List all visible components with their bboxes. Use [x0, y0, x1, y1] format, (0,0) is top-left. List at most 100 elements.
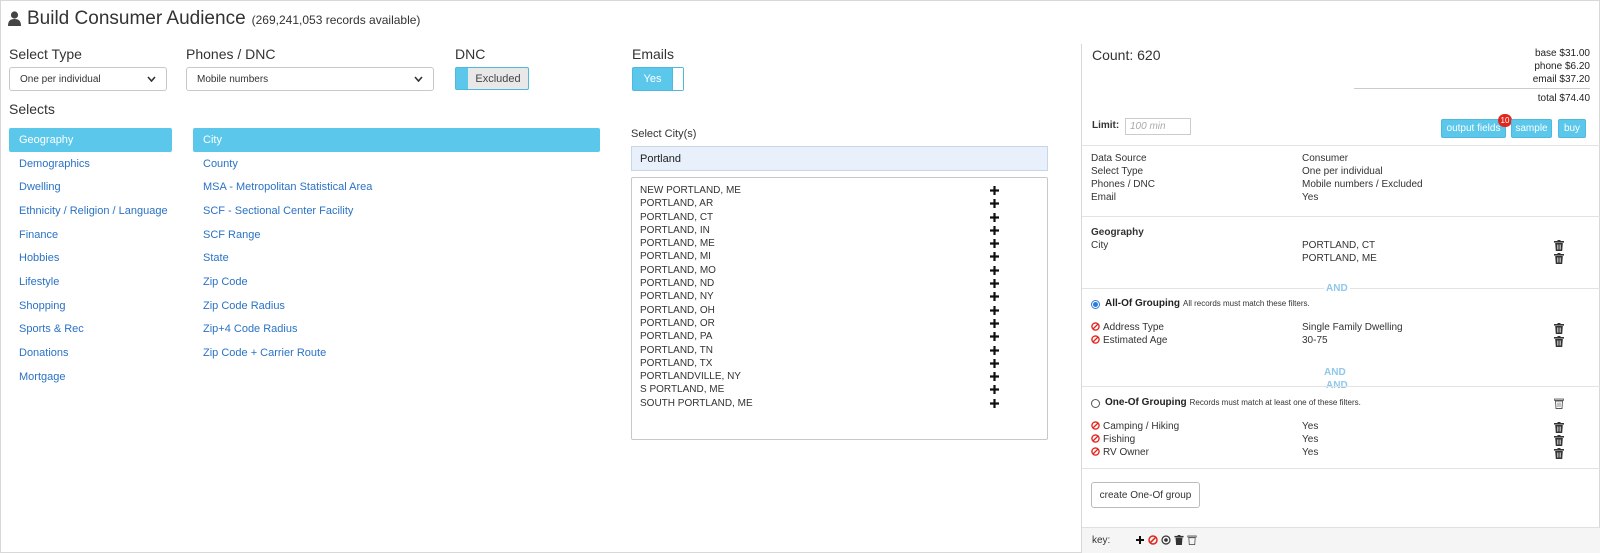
- category-item-dwelling[interactable]: Dwelling: [9, 175, 172, 199]
- trash-icon[interactable]: [1554, 336, 1564, 347]
- plus-icon[interactable]: [988, 383, 1001, 396]
- emails-toggle[interactable]: Yes: [632, 67, 684, 91]
- plus-icon[interactable]: [988, 330, 1001, 343]
- plus-icon[interactable]: [988, 211, 1001, 224]
- city-result-item[interactable]: PORTLAND, AR: [632, 197, 1047, 210]
- plus-icon[interactable]: [988, 264, 1001, 277]
- trash-icon[interactable]: [1554, 422, 1564, 433]
- plus-icon[interactable]: [988, 277, 1001, 290]
- plus-icon[interactable]: [988, 184, 1001, 197]
- price-total: total $74.40: [1537, 93, 1590, 104]
- select-cities-label: Select City(s): [631, 128, 697, 140]
- dnc-toggle-knob: [456, 68, 468, 89]
- ban-icon[interactable]: [1091, 434, 1100, 443]
- dnc-toggle[interactable]: Excluded: [455, 67, 529, 90]
- city-result-item[interactable]: PORTLAND, OH: [632, 304, 1047, 317]
- city-result-item[interactable]: PORTLAND, TX: [632, 357, 1047, 370]
- select-type-value: One per individual: [20, 73, 101, 85]
- plus-icon[interactable]: [988, 304, 1001, 317]
- plus-icon[interactable]: [988, 317, 1001, 330]
- ban-icon[interactable]: [1091, 447, 1100, 456]
- all-of-radio[interactable]: [1091, 300, 1100, 309]
- geo-option-scf-range[interactable]: SCF Range: [193, 223, 600, 247]
- plus-icon[interactable]: [988, 197, 1001, 210]
- trash-outline-icon: [1187, 535, 1197, 545]
- geo-option-state[interactable]: State: [193, 246, 600, 270]
- city-result-item[interactable]: PORTLAND, IN: [632, 224, 1047, 237]
- city-result-item[interactable]: PORTLAND, OR: [632, 317, 1047, 330]
- chevron-down-icon: [414, 76, 423, 82]
- city-result-item[interactable]: S PORTLAND, ME: [632, 383, 1047, 396]
- city-results-list[interactable]: NEW PORTLAND, ME PORTLAND, AR PORTLAND, …: [631, 177, 1048, 440]
- geo-option-zip4-radius[interactable]: Zip+4 Code Radius: [193, 318, 600, 342]
- plus-icon[interactable]: [988, 344, 1001, 357]
- plus-icon[interactable]: [988, 250, 1001, 263]
- sample-button[interactable]: sample: [1511, 119, 1552, 138]
- city-result-item[interactable]: PORTLAND, TN: [632, 344, 1047, 357]
- limit-input[interactable]: 100 min: [1125, 118, 1191, 135]
- geo-option-city[interactable]: City: [193, 128, 600, 152]
- category-item-finance[interactable]: Finance: [9, 223, 172, 247]
- trash-outline-icon[interactable]: [1554, 398, 1564, 409]
- category-item-geography[interactable]: Geography: [9, 128, 172, 152]
- category-item-lifestyle[interactable]: Lifestyle: [9, 270, 172, 294]
- trash-icon[interactable]: [1554, 240, 1564, 251]
- buy-button[interactable]: buy: [1558, 119, 1586, 138]
- city-name: PORTLAND, NY: [640, 291, 714, 303]
- record-count: Count: 620: [1092, 47, 1161, 63]
- phones-dnc-label: Phones / DNC: [186, 46, 276, 62]
- city-result-item[interactable]: PORTLAND, PA: [632, 330, 1047, 343]
- city-name: PORTLAND, PA: [640, 331, 713, 343]
- output-fields-button[interactable]: output fields: [1441, 119, 1506, 138]
- category-item-sports-rec[interactable]: Sports & Rec: [9, 318, 172, 342]
- city-search-input[interactable]: Portland: [631, 146, 1048, 171]
- one-of-title: One-Of Grouping: [1105, 397, 1187, 408]
- select-type-dropdown[interactable]: One per individual: [9, 67, 167, 91]
- category-item-ethnicity[interactable]: Ethnicity / Religion / Language: [9, 199, 172, 223]
- plus-icon[interactable]: [988, 224, 1001, 237]
- city-result-item[interactable]: SOUTH PORTLAND, ME: [632, 397, 1047, 410]
- create-one-of-group-button[interactable]: create One-Of group: [1091, 482, 1200, 508]
- city-result-item[interactable]: PORTLAND, NY: [632, 290, 1047, 303]
- ban-icon[interactable]: [1091, 421, 1100, 430]
- city-result-item[interactable]: PORTLAND, MI: [632, 250, 1047, 263]
- category-item-hobbies[interactable]: Hobbies: [9, 246, 172, 270]
- plus-icon[interactable]: [988, 290, 1001, 303]
- meta-value: Yes: [1302, 192, 1319, 203]
- geo-option-county[interactable]: County: [193, 152, 600, 176]
- geo-option-zip-carrier[interactable]: Zip Code + Carrier Route: [193, 341, 600, 365]
- city-result-item[interactable]: PORTLAND, ME: [632, 237, 1047, 250]
- geo-option-zip-radius[interactable]: Zip Code Radius: [193, 294, 600, 318]
- city-result-item[interactable]: PORTLAND, CT: [632, 211, 1047, 224]
- category-item-shopping[interactable]: Shopping: [9, 294, 172, 318]
- one-of-radio[interactable]: [1091, 399, 1100, 408]
- city-result-item[interactable]: PORTLAND, MO: [632, 264, 1047, 277]
- city-name: PORTLAND, MI: [640, 251, 711, 263]
- city-result-item[interactable]: PORTLAND, ND: [632, 277, 1047, 290]
- geo-option-zip-code[interactable]: Zip Code: [193, 270, 600, 294]
- filter-name: Estimated Age: [1103, 335, 1168, 346]
- emails-label: Emails: [632, 46, 675, 62]
- trash-icon[interactable]: [1554, 448, 1564, 459]
- filter-value: Yes: [1302, 447, 1319, 458]
- trash-icon[interactable]: [1554, 253, 1564, 264]
- city-result-item[interactable]: NEW PORTLAND, ME: [632, 184, 1047, 197]
- geo-option-scf[interactable]: SCF - Sectional Center Facility: [193, 199, 600, 223]
- plus-icon[interactable]: [988, 370, 1001, 383]
- ban-icon[interactable]: [1091, 322, 1100, 331]
- category-item-demographics[interactable]: Demographics: [9, 152, 172, 176]
- trash-icon[interactable]: [1554, 435, 1564, 446]
- plus-icon[interactable]: [988, 397, 1001, 410]
- city-result-item[interactable]: PORTLANDVILLE, NY: [632, 370, 1047, 383]
- meta-values: Consumer One per individual Mobile numbe…: [1302, 152, 1423, 204]
- plus-icon[interactable]: [988, 357, 1001, 370]
- category-item-mortgage[interactable]: Mortgage: [9, 365, 172, 389]
- city-name: PORTLAND, OR: [640, 317, 715, 329]
- geo-option-list: City County MSA - Metropolitan Statistic…: [193, 128, 600, 365]
- plus-icon[interactable]: [988, 237, 1001, 250]
- phones-dnc-dropdown[interactable]: Mobile numbers: [186, 67, 434, 91]
- geo-option-msa[interactable]: MSA - Metropolitan Statistical Area: [193, 175, 600, 199]
- ban-icon[interactable]: [1091, 335, 1100, 344]
- category-item-donations[interactable]: Donations: [9, 341, 172, 365]
- trash-icon[interactable]: [1554, 323, 1564, 334]
